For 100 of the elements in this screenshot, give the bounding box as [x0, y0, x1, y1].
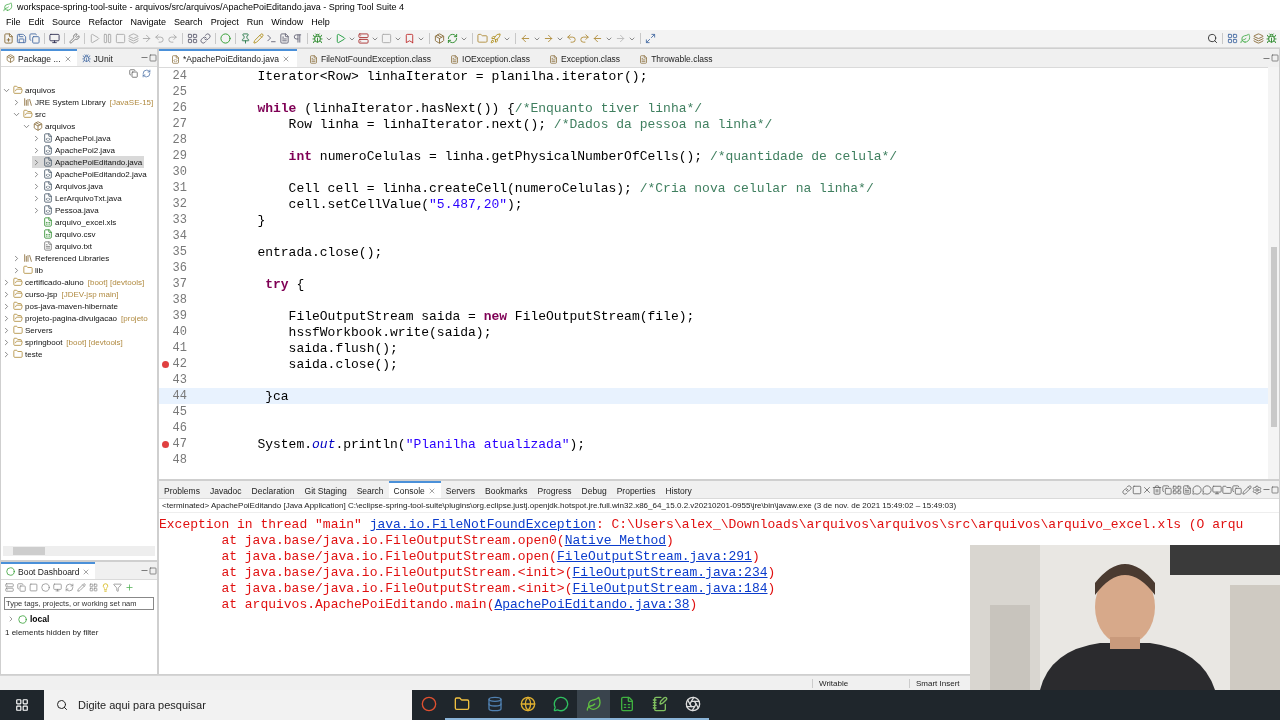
copy-icon[interactable] [1232, 484, 1242, 495]
tree-item[interactable]: ApachePoiEditando.java [32, 156, 145, 168]
leaf-icon[interactable] [1240, 33, 1251, 44]
view-tab[interactable]: Search [351, 481, 389, 498]
chevron-right-icon[interactable] [32, 181, 41, 191]
error-marker[interactable] [161, 440, 169, 448]
layers-icon[interactable] [1253, 33, 1264, 44]
menu-item[interactable]: Edit [24, 17, 49, 27]
view-tab[interactable]: Debug [576, 481, 612, 498]
tree-item[interactable]: ApachePoiEditando2.java [32, 168, 149, 180]
pin-icon[interactable] [240, 33, 251, 44]
view-tab[interactable]: Properties [611, 481, 661, 498]
chat-icon[interactable] [1202, 484, 1212, 495]
tree-item[interactable]: ApachePoi.java [32, 132, 113, 144]
editor-tab[interactable]: FileNotFoundException.class [296, 49, 439, 67]
tree-item[interactable]: Arquivos.java [32, 180, 106, 192]
stop-icon[interactable] [115, 33, 126, 44]
lightbulb-icon[interactable] [101, 583, 110, 592]
plus-icon[interactable] [125, 583, 134, 592]
editor-tab[interactable]: *ApachePoiEditando.java [159, 49, 297, 67]
folder-icon[interactable] [477, 33, 488, 44]
chevron-right-icon[interactable] [32, 145, 41, 155]
play-icon[interactable] [89, 33, 100, 44]
arrow-right-icon[interactable] [141, 33, 152, 44]
chevron-right-icon[interactable] [7, 615, 15, 623]
chevron-right-icon[interactable] [32, 193, 41, 203]
view-tab[interactable]: Progress [532, 481, 577, 498]
stack-link[interactable]: FileOutputStream.java:184 [572, 581, 768, 596]
wrench-icon[interactable] [69, 33, 80, 44]
menu-item[interactable]: Window [267, 17, 308, 27]
pencil-icon[interactable] [253, 33, 264, 44]
stack-link[interactable]: java.io.FileNotFoundException [369, 517, 596, 532]
copy-icon[interactable] [17, 583, 26, 592]
menu-item[interactable]: Project [206, 17, 243, 27]
menu-item[interactable]: Source [48, 17, 85, 27]
grid-icon[interactable] [187, 33, 198, 44]
menu-item[interactable]: File [2, 17, 25, 27]
package-icon[interactable] [434, 33, 445, 44]
chevron-right-icon[interactable] [32, 205, 41, 215]
save-icon[interactable] [16, 33, 27, 44]
pencil-icon[interactable] [77, 583, 86, 592]
editor-tab[interactable]: Throwable.class [627, 49, 720, 67]
chevron-right-icon[interactable] [32, 169, 41, 179]
view-tab[interactable]: Bookmarks [480, 481, 533, 498]
close-icon[interactable] [427, 486, 436, 495]
chevron-right-icon[interactable] [2, 337, 11, 347]
perspective-icon[interactable] [1227, 33, 1238, 44]
stop-icon[interactable] [1132, 484, 1142, 495]
server-icon[interactable] [358, 33, 369, 44]
server-icon[interactable] [5, 583, 14, 592]
view-tab[interactable]: Git Staging [299, 481, 352, 498]
tree-item[interactable]: Servers [2, 324, 55, 336]
tree-item[interactable]: springboot [boot] [devtools] [2, 336, 125, 348]
error-marker[interactable] [161, 360, 169, 368]
folder-icon[interactable] [1222, 484, 1232, 495]
chevron-right-icon[interactable] [2, 277, 11, 287]
chevron-right-icon[interactable] [2, 313, 11, 323]
pilcrow-icon[interactable] [292, 33, 303, 44]
tree-item[interactable]: arquivo.csv [32, 228, 98, 240]
stack-link[interactable]: FileOutputStream.java:234 [572, 565, 768, 580]
document-icon[interactable] [1182, 484, 1192, 495]
grid-icon[interactable] [89, 583, 98, 592]
run-icon[interactable] [335, 33, 346, 44]
menu-item[interactable]: Navigate [126, 17, 171, 27]
tree-item[interactable]: curso-jsp [JDEV-jsp main] [2, 288, 121, 300]
view-tab[interactable]: Declaration [246, 481, 300, 498]
chevron-right-icon[interactable] [2, 301, 11, 311]
chevron-right-icon[interactable] [2, 289, 11, 299]
chevron-right-icon[interactable] [12, 253, 21, 263]
stack-link[interactable]: FileOutputStream.java:291 [556, 549, 752, 564]
rocket-icon[interactable] [490, 33, 501, 44]
tree-item[interactable]: Pessoa.java [32, 204, 101, 216]
tree-item[interactable]: Referenced Libraries [12, 252, 112, 264]
chevron-right-icon[interactable] [2, 325, 11, 335]
menu-item[interactable]: Run [242, 17, 268, 27]
view-tab[interactable]: Package ... [1, 49, 77, 66]
redo-icon[interactable] [167, 33, 178, 44]
tree-item[interactable]: pos-java-maven-hibernate [2, 300, 120, 312]
close-icon[interactable] [281, 55, 290, 63]
maximize-icon[interactable] [149, 566, 157, 575]
undo-icon[interactable] [154, 33, 165, 44]
view-tab[interactable]: Problems [159, 481, 205, 498]
maximize-icon[interactable] [1271, 54, 1279, 62]
monitor-icon[interactable] [49, 33, 60, 44]
maximize-icon[interactable] [1271, 485, 1279, 494]
window-icon[interactable] [645, 33, 656, 44]
tree-item[interactable]: src [12, 108, 48, 120]
copy-icon[interactable] [29, 33, 40, 44]
arrow-left-icon[interactable] [592, 33, 603, 44]
view-tab[interactable]: JUnit [76, 49, 118, 66]
menu-item[interactable]: Refactor [84, 17, 127, 27]
tree-item[interactable]: local [1, 612, 157, 626]
circle-icon[interactable] [220, 33, 231, 44]
stop-icon[interactable] [29, 583, 38, 592]
maximize-icon[interactable] [149, 53, 157, 62]
copy-icon[interactable] [1162, 484, 1172, 495]
filter-icon[interactable] [113, 583, 122, 592]
view-tab[interactable]: Console [388, 481, 441, 498]
forward-icon[interactable] [579, 33, 590, 44]
settings-icon[interactable] [1252, 484, 1262, 495]
